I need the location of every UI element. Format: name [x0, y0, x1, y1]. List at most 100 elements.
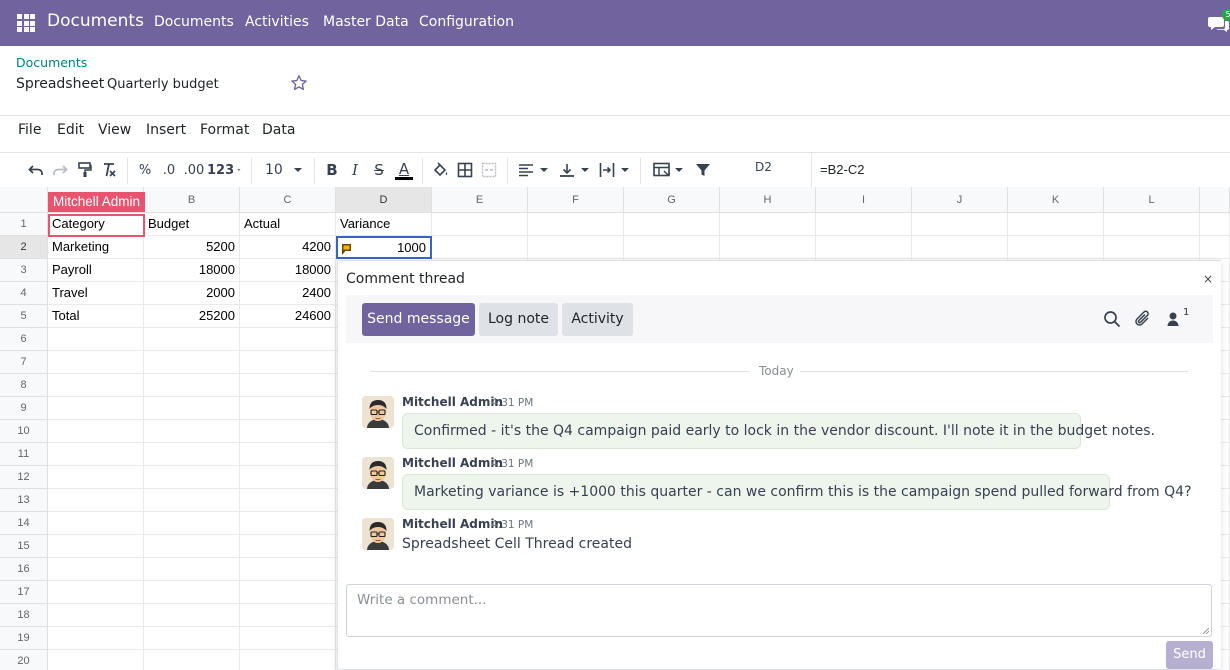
grid-cell[interactable]: [240, 650, 336, 670]
followers-icon[interactable]: [1166, 310, 1180, 328]
grid-cell[interactable]: [48, 351, 144, 374]
grid-cell[interactable]: [912, 213, 1008, 236]
horizontal-align-dropdown[interactable]: [515, 159, 551, 181]
grid-cell[interactable]: [48, 328, 144, 351]
grid-cell[interactable]: Marketing: [48, 236, 144, 259]
grid-cell[interactable]: Payroll: [48, 259, 144, 282]
row-header[interactable]: 4: [0, 282, 48, 305]
grid-cell[interactable]: [144, 604, 240, 627]
grid-cell[interactable]: [240, 351, 336, 374]
message-author[interactable]: Mitchell Admin: [402, 395, 503, 409]
user-avatar[interactable]: [362, 396, 394, 428]
grid-cell[interactable]: [1104, 213, 1200, 236]
grid-cell[interactable]: [48, 512, 144, 535]
row-header[interactable]: 16: [0, 558, 48, 581]
grid-cell[interactable]: [624, 213, 720, 236]
grid-cell[interactable]: [1200, 213, 1230, 236]
row-header[interactable]: 9: [0, 397, 48, 420]
grid-cell[interactable]: [48, 581, 144, 604]
grid-cell[interactable]: [48, 627, 144, 650]
user-avatar[interactable]: [362, 457, 394, 489]
nav-activities[interactable]: Activities: [245, 14, 309, 30]
column-header[interactable]: F: [528, 187, 624, 213]
column-header[interactable]: I: [816, 187, 912, 213]
row-header[interactable]: 20: [0, 650, 48, 670]
grid-cell[interactable]: [144, 466, 240, 489]
grid-cell[interactable]: [240, 328, 336, 351]
clear-format-icon[interactable]: [99, 159, 119, 181]
row-header[interactable]: 2: [0, 236, 48, 259]
menu-data[interactable]: Data: [262, 122, 295, 138]
grid-cell[interactable]: [240, 581, 336, 604]
row-header[interactable]: 15: [0, 535, 48, 558]
grid-cell[interactable]: Variance: [336, 213, 432, 236]
send-button[interactable]: Send: [1166, 641, 1213, 669]
grid-cell[interactable]: [48, 558, 144, 581]
grid-cell[interactable]: [816, 213, 912, 236]
grid-cell[interactable]: [144, 581, 240, 604]
grid-cell[interactable]: [240, 374, 336, 397]
row-header[interactable]: 10: [0, 420, 48, 443]
column-header[interactable]: K: [1008, 187, 1104, 213]
document-name-field[interactable]: Quarterly budget: [107, 77, 219, 92]
star-icon[interactable]: [290, 74, 308, 92]
message-author[interactable]: Mitchell Admin: [402, 517, 503, 531]
font-size-dropdown[interactable]: 10: [262, 159, 306, 181]
grid-cell[interactable]: 18000: [240, 259, 336, 282]
column-header[interactable]: C: [240, 187, 336, 213]
row-header[interactable]: 8: [0, 374, 48, 397]
row-header[interactable]: 6: [0, 328, 48, 351]
menu-file[interactable]: File: [18, 122, 41, 138]
grid-cell[interactable]: [240, 466, 336, 489]
row-header[interactable]: 17: [0, 581, 48, 604]
column-header[interactable]: J: [912, 187, 1008, 213]
row-header[interactable]: 14: [0, 512, 48, 535]
grid-cell[interactable]: [912, 236, 1008, 259]
formula-input[interactable]: =B2-C2: [820, 162, 864, 177]
grid-cell[interactable]: Actual: [240, 213, 336, 236]
borders-icon[interactable]: [455, 159, 475, 181]
grid-cell[interactable]: [240, 627, 336, 650]
user-avatar[interactable]: [362, 518, 394, 550]
text-color-button[interactable]: A: [394, 159, 414, 181]
row-header[interactable]: 13: [0, 489, 48, 512]
grid-cell[interactable]: [48, 397, 144, 420]
menu-edit[interactable]: Edit: [57, 122, 84, 138]
grid-cell[interactable]: [528, 236, 624, 259]
undo-icon[interactable]: [26, 159, 46, 181]
decrease-decimal-button[interactable]: .0: [159, 159, 179, 181]
menu-insert[interactable]: Insert: [146, 122, 186, 138]
grid-cell[interactable]: [48, 420, 144, 443]
grid-cell[interactable]: [240, 604, 336, 627]
column-header[interactable]: [1200, 187, 1230, 213]
grid-cell[interactable]: [240, 443, 336, 466]
grid-cell[interactable]: [48, 443, 144, 466]
grid-cell[interactable]: 5200: [144, 236, 240, 259]
grid-cell[interactable]: [144, 627, 240, 650]
comment-flag-icon[interactable]: [342, 244, 351, 255]
grid-cell[interactable]: Total: [48, 305, 144, 328]
grid-cell[interactable]: [144, 374, 240, 397]
resize-handle-icon[interactable]: [1203, 628, 1209, 634]
grid-cell[interactable]: [240, 489, 336, 512]
cell-reference[interactable]: D2: [755, 160, 772, 174]
activity-button[interactable]: Activity: [562, 303, 633, 336]
filter-icon[interactable]: [693, 159, 713, 181]
grid-cell[interactable]: [144, 397, 240, 420]
column-header[interactable]: L: [1104, 187, 1200, 213]
grid-cell[interactable]: [1008, 236, 1104, 259]
grid-cell[interactable]: [48, 466, 144, 489]
row-header[interactable]: 12: [0, 466, 48, 489]
grid-cell[interactable]: [144, 351, 240, 374]
italic-button[interactable]: I: [347, 159, 363, 181]
increase-decimal-button[interactable]: .00: [182, 159, 206, 181]
grid-cell[interactable]: [48, 650, 144, 670]
grid-cell[interactable]: [48, 604, 144, 627]
search-icon[interactable]: [1103, 310, 1121, 328]
row-header[interactable]: 3: [0, 259, 48, 282]
menu-format[interactable]: Format: [200, 122, 249, 138]
wrap-text-dropdown[interactable]: [596, 159, 632, 181]
grid-cell[interactable]: [240, 397, 336, 420]
paperclip-icon[interactable]: [1134, 310, 1152, 328]
grid-cell[interactable]: [144, 558, 240, 581]
